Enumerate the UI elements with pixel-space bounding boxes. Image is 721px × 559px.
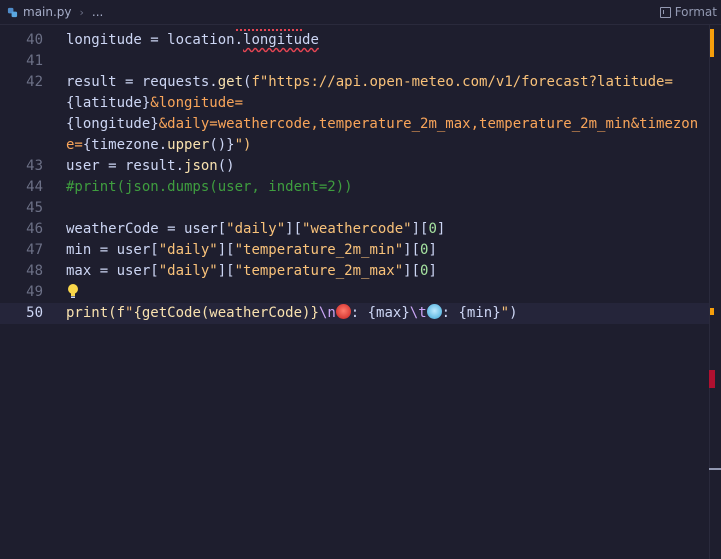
- code-line[interactable]: 49: [0, 282, 709, 303]
- breadcrumb-more[interactable]: ...: [92, 5, 103, 19]
- code-line-current[interactable]: 50 print(f " {getCode(weatherCode)}\n : {ma…: [0, 303, 709, 324]
- scroll-cursor-marker: [710, 308, 714, 315]
- line-number: 45: [26, 200, 43, 216]
- token-string: "daily": [158, 242, 218, 258]
- line-number: 48: [26, 263, 43, 279]
- token: : {max}: [350, 305, 410, 321]
- code-text[interactable]: result = requests.get(f"https://api.open…: [66, 72, 698, 156]
- token-string: &longitude=: [150, 95, 244, 111]
- token: ][: [411, 221, 429, 237]
- token: ][: [403, 242, 421, 258]
- token-string: "weathercode": [302, 221, 412, 237]
- token-string: ": [500, 305, 510, 321]
- token: (): [217, 158, 235, 174]
- code-text[interactable]: print(f " {getCode(weatherCode)}\n : {max}\…: [66, 303, 518, 324]
- lightbulb-icon[interactable]: [67, 283, 79, 301]
- token: weatherCode = user[: [66, 221, 227, 237]
- token: result = requests.: [66, 74, 218, 90]
- code-text[interactable]: longitude = location.longitude: [66, 30, 319, 51]
- code-text[interactable]: user = result.json(): [66, 156, 235, 177]
- token-var: {timezone.: [82, 137, 168, 153]
- line-number: 47: [26, 242, 43, 258]
- token-var: ()}: [209, 137, 235, 153]
- breadcrumb: main.py › ... Format: [0, 0, 721, 25]
- token-string: "temperature_2m_min": [234, 242, 404, 258]
- token: ]: [436, 221, 446, 237]
- line-number: 43: [26, 158, 43, 174]
- token-function: print(f: [66, 305, 126, 321]
- line-number: 41: [26, 53, 43, 69]
- token-number: 0: [428, 221, 437, 237]
- code-text[interactable]: weatherCode = user["daily"]["weathercode…: [66, 219, 445, 240]
- code-line[interactable]: 43 user = result.json(): [0, 156, 709, 177]
- breadcrumb-file[interactable]: main.py: [23, 5, 72, 19]
- line-number: 49: [26, 284, 43, 300]
- token-string: "): [234, 137, 252, 153]
- token-string: e=: [66, 137, 83, 153]
- token: ][: [403, 263, 421, 279]
- token: user = result.: [66, 158, 185, 174]
- format-icon: [659, 6, 671, 18]
- token-escape: \n: [318, 305, 336, 321]
- code-editor[interactable]: 40 longitude = location.longitude 41 42 …: [0, 25, 709, 559]
- code-comment[interactable]: #print(json.dumps(user, indent=2)): [66, 177, 353, 198]
- scrollbar[interactable]: [709, 25, 721, 559]
- hot-face-emoji-icon: [335, 304, 351, 319]
- token: : {min}: [441, 305, 501, 321]
- error-squiggle: [236, 26, 302, 31]
- token: max = user[: [66, 263, 159, 279]
- breadcrumb-path: main.py › ...: [7, 5, 103, 19]
- code-text[interactable]: max = user["daily"]["temperature_2m_max"…: [66, 261, 437, 282]
- scroll-warning-marker: [710, 29, 714, 57]
- token-error: longitude: [243, 32, 319, 48]
- token: ): [509, 305, 518, 321]
- token-escape: \t: [409, 305, 427, 321]
- line-number: 46: [26, 221, 43, 237]
- token: ][: [217, 263, 235, 279]
- code-line[interactable]: 47 min = user["daily"]["temperature_2m_m…: [0, 240, 709, 261]
- line-number: 40: [26, 32, 43, 48]
- code-line[interactable]: 48 max = user["daily"]["temperature_2m_m…: [0, 261, 709, 282]
- token: longitude = location.: [66, 32, 244, 48]
- line-number: 42: [26, 74, 43, 90]
- token-string: "daily": [158, 263, 218, 279]
- token-var: {latitude}: [66, 95, 151, 111]
- code-line[interactable]: 46 weatherCode = user["daily"]["weatherc…: [0, 219, 709, 240]
- token-function: upper: [167, 137, 210, 153]
- code-line[interactable]: 44 #print(json.dumps(user, indent=2)): [0, 177, 709, 198]
- code-line[interactable]: 40 longitude = location.longitude: [0, 30, 709, 51]
- token-function: json: [184, 158, 218, 174]
- token-var: {getCode(weatherCode)}: [133, 305, 319, 321]
- token: ]: [428, 263, 437, 279]
- code-line[interactable]: 45: [0, 198, 709, 219]
- chevron-right-icon: ›: [79, 5, 84, 19]
- token: ][: [217, 242, 235, 258]
- token-function: get: [217, 74, 244, 90]
- scroll-error-marker: [709, 370, 715, 388]
- format-button[interactable]: Format: [659, 0, 717, 24]
- code-text[interactable]: min = user["daily"]["temperature_2m_min"…: [66, 240, 437, 261]
- code-line[interactable]: 42 result = requests.get(f"https://api.o…: [0, 72, 709, 156]
- token-string: f"https://api.open-meteo.com/v1/forecast…: [251, 74, 673, 90]
- token-string: "temperature_2m_max": [234, 263, 404, 279]
- python-file-icon: [7, 7, 18, 17]
- token: min = user[: [66, 242, 159, 258]
- cold-face-emoji-icon: [426, 304, 442, 319]
- token: ][: [285, 221, 303, 237]
- scroll-thumb[interactable]: [709, 468, 721, 470]
- line-number: 44: [26, 179, 43, 195]
- line-number: 50: [26, 305, 43, 321]
- token: ]: [428, 242, 437, 258]
- token-string: "daily": [226, 221, 286, 237]
- format-label: Format: [674, 5, 717, 19]
- token-string: &daily=weathercode,temperature_2m_max,te…: [158, 116, 699, 132]
- token-var: {longitude}: [66, 116, 159, 132]
- code-line[interactable]: 41: [0, 51, 709, 72]
